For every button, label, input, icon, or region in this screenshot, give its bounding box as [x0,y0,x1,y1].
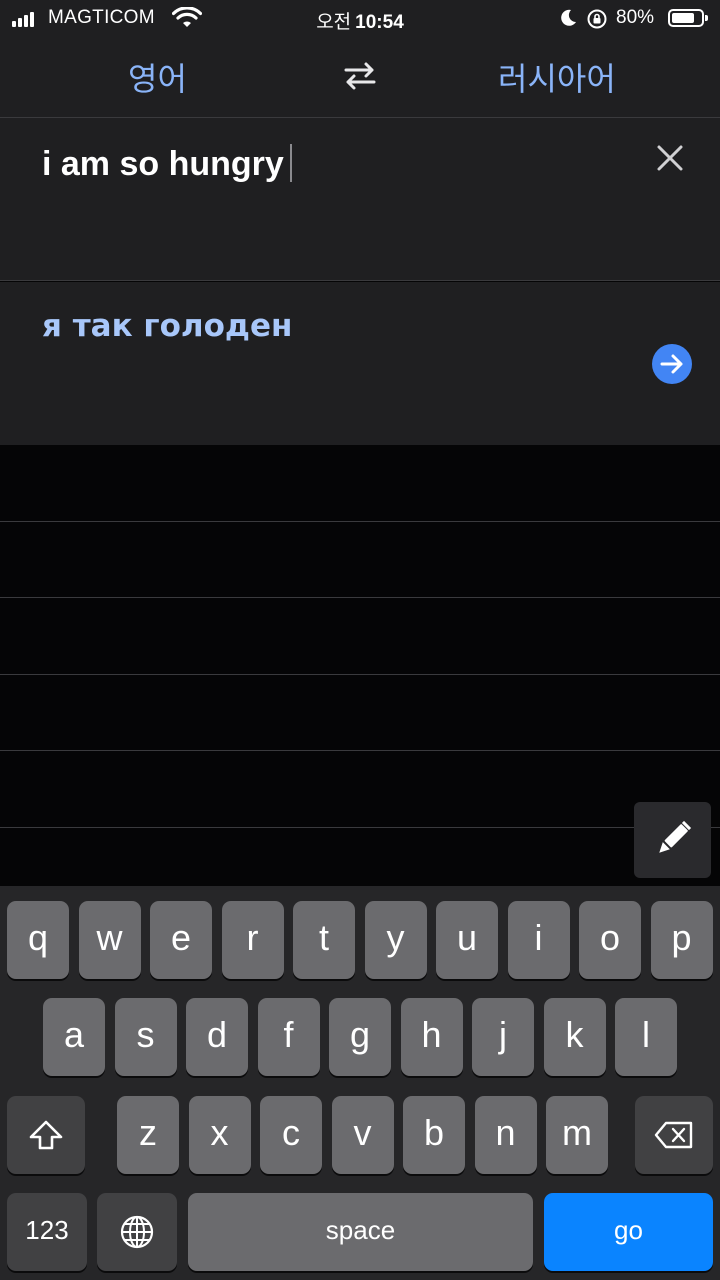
space-key[interactable]: space [188,1193,533,1271]
key-r[interactable]: r [221,901,284,979]
translation-text: я так голоден [42,308,293,344]
battery-percent: 80% [616,7,655,28]
key-u[interactable]: u [436,901,498,979]
target-language-button[interactable]: 러시아어 [498,54,616,100]
key-v[interactable]: v [331,1096,394,1174]
key-i[interactable]: i [507,901,570,979]
key-o[interactable]: o [579,901,641,979]
key-d[interactable]: d [186,998,248,1076]
key-n[interactable]: n [474,1096,537,1174]
clock: 오전 10:54 [316,12,404,33]
key-m[interactable]: m [546,1096,608,1174]
backspace-icon [654,1121,693,1149]
key-x[interactable]: x [188,1096,251,1174]
pen-icon [659,820,692,853]
keyboard: qwertyuiop asdfghjkl zxcvbnm 123 space g… [0,886,720,1280]
key-s[interactable]: s [114,998,177,1076]
shift-icon [29,1120,63,1150]
swap-arrows-icon[interactable] [340,58,380,94]
key-f[interactable]: f [257,998,320,1076]
key-t[interactable]: t [293,901,355,979]
source-language-button[interactable]: 영어 [128,54,187,100]
list-divider [0,521,720,522]
battery-icon [668,9,708,27]
key-j[interactable]: j [472,998,534,1076]
shift-key[interactable] [7,1096,85,1174]
key-h[interactable]: h [400,998,463,1076]
list-divider [0,827,720,828]
globe-icon [120,1215,154,1249]
key-k[interactable]: k [543,998,606,1076]
moon-icon [561,9,576,26]
handwriting-button[interactable] [634,802,711,878]
rotation-lock-icon [587,9,607,29]
go-key[interactable]: go [544,1193,713,1271]
key-q[interactable]: q [7,901,69,979]
status-bar: MAGTICOM 오전 10:54 80% [0,0,720,36]
arrow-right-circle-icon[interactable] [652,344,692,384]
text-caret [289,144,292,182]
key-l[interactable]: l [615,998,677,1076]
key-c[interactable]: c [260,1096,322,1174]
key-e[interactable]: e [150,901,212,979]
globe-key[interactable] [97,1193,177,1271]
translation-card[interactable]: я так голоден [0,282,720,445]
list-divider [0,750,720,751]
key-a[interactable]: a [43,998,105,1076]
key-z[interactable]: z [117,1096,179,1174]
numbers-key[interactable]: 123 [7,1193,87,1271]
key-w[interactable]: w [78,901,141,979]
list-divider [0,597,720,598]
list-divider [0,674,720,675]
input-area[interactable]: i am so hungry [0,118,720,281]
source-text-input[interactable]: i am so hungry [42,144,292,184]
history-list [0,445,720,885]
key-p[interactable]: p [650,901,713,979]
close-icon[interactable] [652,140,688,176]
key-y[interactable]: y [364,901,427,979]
key-g[interactable]: g [329,998,391,1076]
language-bar: 영어 러시아어 [0,36,720,118]
key-b[interactable]: b [403,1096,465,1174]
delete-key[interactable] [635,1096,713,1174]
